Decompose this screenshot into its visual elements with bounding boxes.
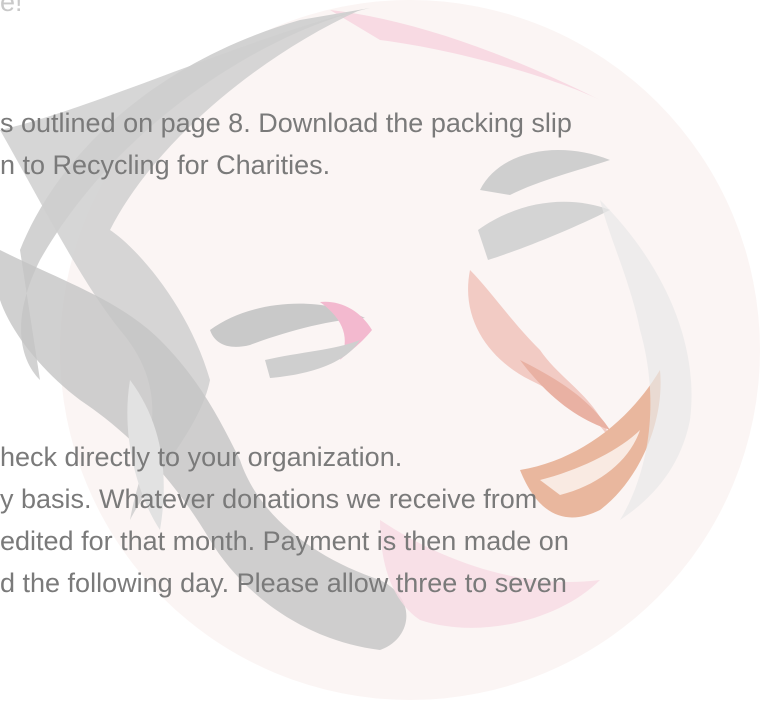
text-line-4: y basis. Whatever donations we receive f… <box>0 484 538 514</box>
text-line-6: d the following day. Please allow three … <box>0 568 567 598</box>
text-line-3: heck directly to your organization. <box>0 442 403 472</box>
text-line-fragment-top: e! <box>0 0 23 17</box>
text-line-5: edited for that month. Payment is then m… <box>0 526 569 556</box>
text-line-2: n to Recycling for Charities. <box>0 150 331 180</box>
text-line-1: s outlined on page 8. Download the packi… <box>0 108 572 138</box>
document-page: e! s outlined on page 8. Download the pa… <box>0 0 760 721</box>
